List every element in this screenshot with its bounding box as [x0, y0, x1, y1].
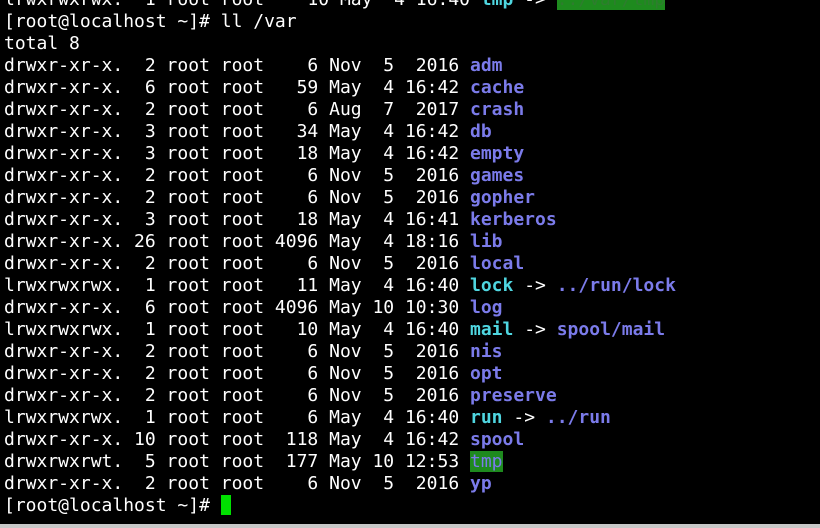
list-item: drwxr-xr-x. 6 root root 59 May 4 16:42 c… — [4, 77, 524, 99]
list-item: drwxr-xr-x. 2 root root 6 Nov 5 2016 loc… — [4, 253, 524, 275]
total-line: total 8 — [4, 33, 80, 54]
directory-name: db — [470, 121, 492, 142]
list-item: lrwxrwxrwx. 1 root root 10 May 4 16:40 m… — [4, 319, 665, 341]
list-item: drwxr-xr-x. 2 root root 6 Nov 5 2016 pre… — [4, 385, 557, 407]
entry-meta: drwxr-xr-x. 6 root root 4096 May 10 10:3… — [4, 297, 470, 318]
directory-name: lib — [470, 231, 503, 252]
entry-meta: drwxr-xr-x. 2 root root 6 Nov 5 2016 — [4, 165, 470, 186]
symlink-name: run — [470, 407, 503, 428]
symlink-arrow: -> — [513, 319, 557, 340]
directory-name: kerberos — [470, 209, 557, 230]
directory-name: opt — [470, 363, 503, 384]
entry-meta: lrwxrwxrwx. 1 root root 11 May 4 16:40 — [4, 275, 470, 296]
list-item: drwxr-xr-x. 3 root root 18 May 4 16:42 e… — [4, 143, 524, 165]
directory-name: yp — [470, 473, 492, 494]
entry-meta: drwxr-xr-x. 3 root root 18 May 4 16:42 — [4, 143, 470, 164]
list-item: drwxr-xr-x. 2 root root 6 Nov 5 2016 gop… — [4, 187, 535, 209]
entry-meta: lrwxrwxrwx. 1 root root 10 May 4 16:40 — [4, 319, 470, 340]
entry-meta: drwxr-xr-x. 3 root root 34 May 4 16:42 — [4, 121, 470, 142]
directory-name: gopher — [470, 187, 536, 208]
list-item: drwxr-xr-x. 2 root root 6 Nov 5 2016 opt — [4, 363, 503, 385]
entry-meta: drwxr-xr-x. 2 root root 6 Nov 5 2016 — [4, 341, 470, 362]
entry-meta: drwxr-xr-x. 3 root root 18 May 4 16:41 — [4, 209, 470, 230]
entry-meta: drwxr-xr-x. 2 root root 6 Nov 5 2016 — [4, 253, 470, 274]
symlink-arrow: -> — [513, 275, 557, 296]
directory-name: nis — [470, 341, 503, 362]
list-item: lrwxrwxrwx. 1 root root 6 May 4 16:40 ru… — [4, 407, 611, 429]
list-item: drwxr-xr-x. 3 root root 34 May 4 16:42 d… — [4, 121, 492, 143]
entry-meta: drwxrwxrwt. 5 root root 177 May 10 12:53 — [4, 451, 470, 472]
symlink-name: mail — [470, 319, 514, 340]
window-bottom-edge — [0, 524, 820, 528]
entry-meta: drwxr-xr-x. 2 root root 6 Aug 7 2017 — [4, 99, 470, 120]
entry-meta: drwxr-xr-x. 2 root root 6 Nov 5 2016 — [4, 473, 470, 494]
list-item: drwxr-xr-x. 2 root root 6 Nov 5 2016 gam… — [4, 165, 524, 187]
symlink-name: tmp — [481, 0, 514, 10]
partial-top-line: lrwxrwxrwx. 1 root root 10 May 4 16:40 t… — [4, 0, 666, 11]
directory-name: games — [470, 165, 525, 186]
list-item: drwxr-xr-x. 6 root root 4096 May 10 10:3… — [4, 297, 503, 319]
symlink-target: ../run — [545, 407, 611, 428]
entry-meta: lrwxrwxrwx. 1 root root 6 May 4 16:40 — [4, 407, 470, 428]
directory-name: cache — [470, 77, 525, 98]
directory-name: spool — [470, 429, 525, 450]
directory-name: adm — [470, 55, 503, 76]
symlink-name: lock — [470, 275, 514, 296]
shell-prompt: [root@localhost ~]# — [4, 495, 221, 516]
symlink-target: ../var/tmp — [556, 0, 666, 10]
directory-name: local — [470, 253, 525, 274]
directory-name: empty — [470, 143, 525, 164]
text-cursor — [220, 495, 231, 515]
directory-name: preserve — [470, 385, 557, 406]
symlink-target: spool/mail — [556, 319, 666, 340]
symlink-arrow: -> — [513, 0, 556, 10]
symlink-arrow: -> — [502, 407, 546, 428]
symlink-target: ../run/lock — [556, 275, 676, 296]
entry-meta: drwxr-xr-x. 2 root root 6 Nov 5 2016 — [4, 55, 470, 76]
list-item: drwxr-xr-x. 26 root root 4096 May 4 18:1… — [4, 231, 503, 253]
list-item: lrwxrwxrwx. 1 root root 11 May 4 16:40 l… — [4, 275, 676, 297]
list-item: drwxrwxrwt. 5 root root 177 May 10 12:53… — [4, 451, 503, 473]
entry-meta: lrwxrwxrwx. 1 root root 10 May 4 16:40 — [4, 0, 481, 10]
directory-name: crash — [470, 99, 525, 120]
list-item: drwxr-xr-x. 2 root root 6 Nov 5 2016 nis — [4, 341, 503, 363]
entry-meta: drwxr-xr-x. 2 root root 6 Nov 5 2016 — [4, 187, 470, 208]
entry-meta: drwxr-xr-x. 2 root root 6 Nov 5 2016 — [4, 363, 470, 384]
entry-meta: drwxr-xr-x. 26 root root 4096 May 4 18:1… — [4, 231, 470, 252]
prompt-line[interactable]: [root@localhost ~]# — [4, 495, 231, 517]
sticky-directory-name: tmp — [470, 451, 503, 472]
entry-meta: drwxr-xr-x. 10 root root 118 May 4 16:42 — [4, 429, 470, 450]
entry-meta: drwxr-xr-x. 6 root root 59 May 4 16:42 — [4, 77, 470, 98]
list-item: drwxr-xr-x. 3 root root 18 May 4 16:41 k… — [4, 209, 557, 231]
command-line: [root@localhost ~]# ll /var — [4, 11, 297, 32]
list-item: drwxr-xr-x. 2 root root 6 Nov 5 2016 yp — [4, 473, 492, 495]
list-item: drwxr-xr-x. 2 root root 6 Aug 7 2017 cra… — [4, 99, 524, 121]
directory-name: log — [470, 297, 503, 318]
entry-meta: drwxr-xr-x. 2 root root 6 Nov 5 2016 — [4, 385, 470, 406]
terminal-window[interactable]: lrwxrwxrwx. 1 root root 10 May 4 16:40 t… — [0, 0, 820, 524]
list-item: drwxr-xr-x. 10 root root 118 May 4 16:42… — [4, 429, 524, 451]
list-item: drwxr-xr-x. 2 root root 6 Nov 5 2016 adm — [4, 55, 503, 77]
